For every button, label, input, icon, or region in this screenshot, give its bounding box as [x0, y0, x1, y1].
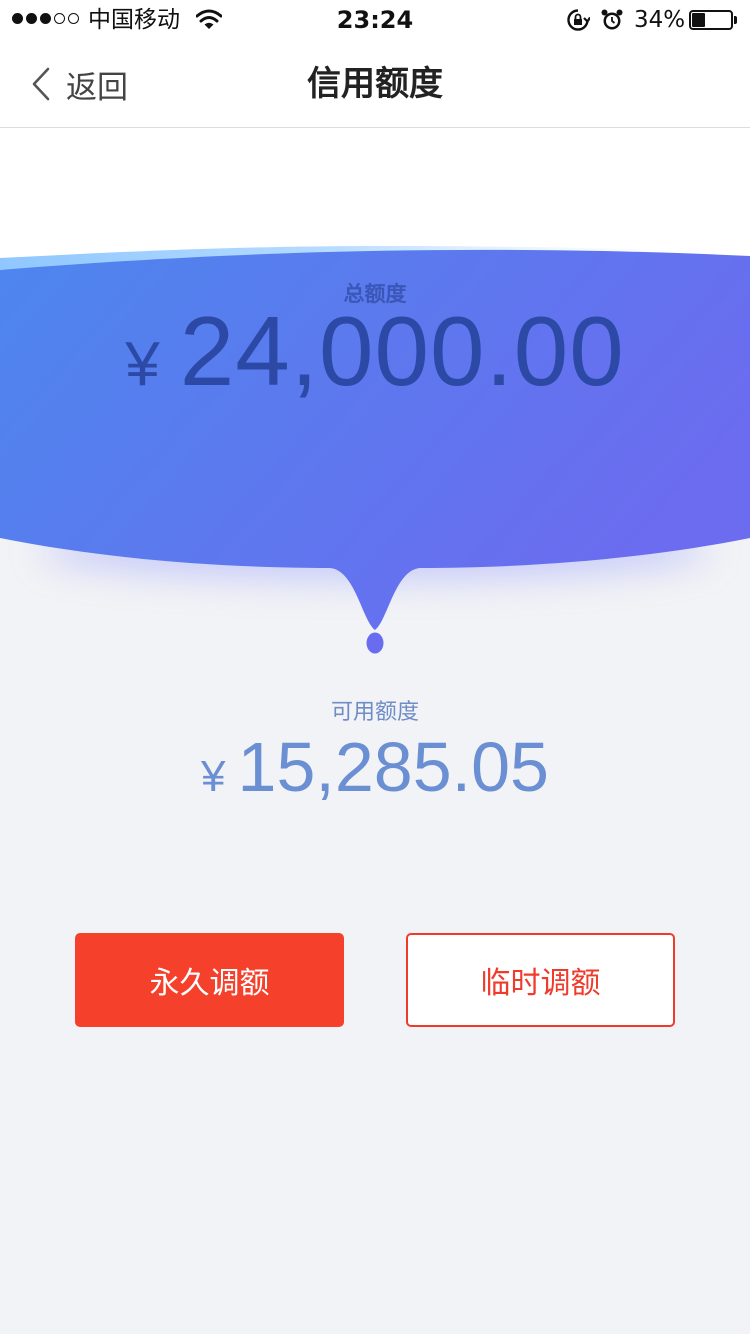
battery-icon	[689, 10, 737, 30]
available-credit-amount: ¥ 15,285.05	[0, 728, 750, 806]
permanent-adjust-button[interactable]: 永久调额	[75, 933, 344, 1027]
navigation-bar: 返回 信用额度	[0, 40, 750, 128]
total-amount-value: 24,000.00	[179, 296, 625, 406]
rotation-lock-icon	[567, 9, 590, 31]
battery-percent: 34%	[634, 7, 686, 33]
available-credit-label: 可用额度	[330, 700, 419, 725]
status-bar: 中国移动 23:24 34%	[0, 0, 750, 40]
temporary-adjust-button[interactable]: 临时调额	[406, 933, 675, 1027]
currency-symbol: ¥	[201, 752, 226, 801]
available-amount-value: 15,285.05	[237, 728, 549, 806]
currency-symbol: ¥	[125, 330, 160, 399]
page-title: 信用额度	[307, 64, 443, 104]
alarm-icon	[601, 9, 623, 30]
total-credit-amount: ¥ 24,000.00	[0, 298, 750, 404]
